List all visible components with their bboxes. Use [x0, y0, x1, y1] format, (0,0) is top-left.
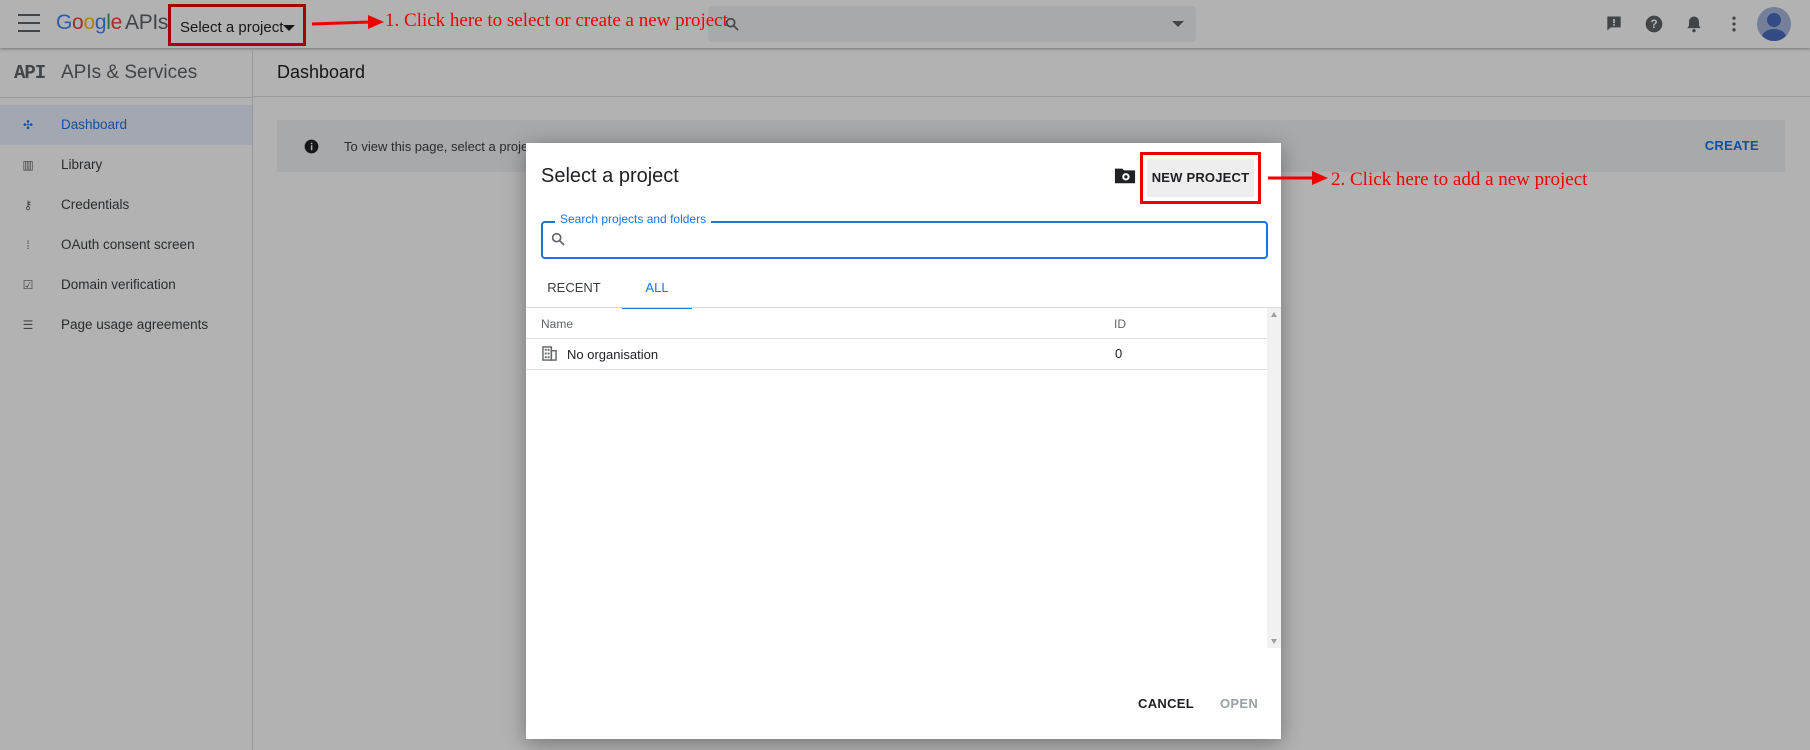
- folder-settings-icon[interactable]: [1114, 165, 1136, 185]
- search-projects-input[interactable]: [577, 227, 1251, 253]
- open-button[interactable]: OPEN: [1220, 696, 1258, 711]
- annotation-arrow-1: [311, 15, 384, 29]
- table-row[interactable]: No organisation 0: [526, 339, 1267, 370]
- select-project-dialog: Select a project NEW PROJECT Search proj…: [526, 143, 1281, 739]
- scroll-up-icon[interactable]: [1271, 312, 1277, 317]
- tab-recent[interactable]: RECENT: [541, 273, 607, 307]
- search-icon: [551, 232, 565, 246]
- cancel-button[interactable]: CANCEL: [1138, 696, 1194, 711]
- annotation-step-1: 1. Click here to select or create a new …: [385, 10, 728, 31]
- row-id: 0: [1115, 346, 1123, 361]
- tab-all[interactable]: ALL: [622, 273, 692, 309]
- building-icon: [542, 346, 557, 361]
- new-project-button[interactable]: NEW PROJECT: [1147, 159, 1254, 197]
- search-projects-field[interactable]: Search projects and folders: [541, 212, 1268, 259]
- row-name: No organisation: [567, 347, 659, 362]
- search-field-label: Search projects and folders: [555, 212, 712, 226]
- new-project-highlight: NEW PROJECT: [1140, 152, 1261, 204]
- column-header-name[interactable]: Name: [541, 317, 573, 331]
- scroll-down-icon[interactable]: [1271, 639, 1277, 644]
- scrollbar[interactable]: [1267, 308, 1281, 648]
- annotation-step-2: 2. Click here to add a new project: [1331, 169, 1588, 190]
- table-header: Name ID: [526, 308, 1267, 339]
- column-header-id[interactable]: ID: [1114, 317, 1126, 331]
- annotation-arrow-2: [1268, 171, 1328, 185]
- dialog-title: Select a project: [541, 165, 679, 187]
